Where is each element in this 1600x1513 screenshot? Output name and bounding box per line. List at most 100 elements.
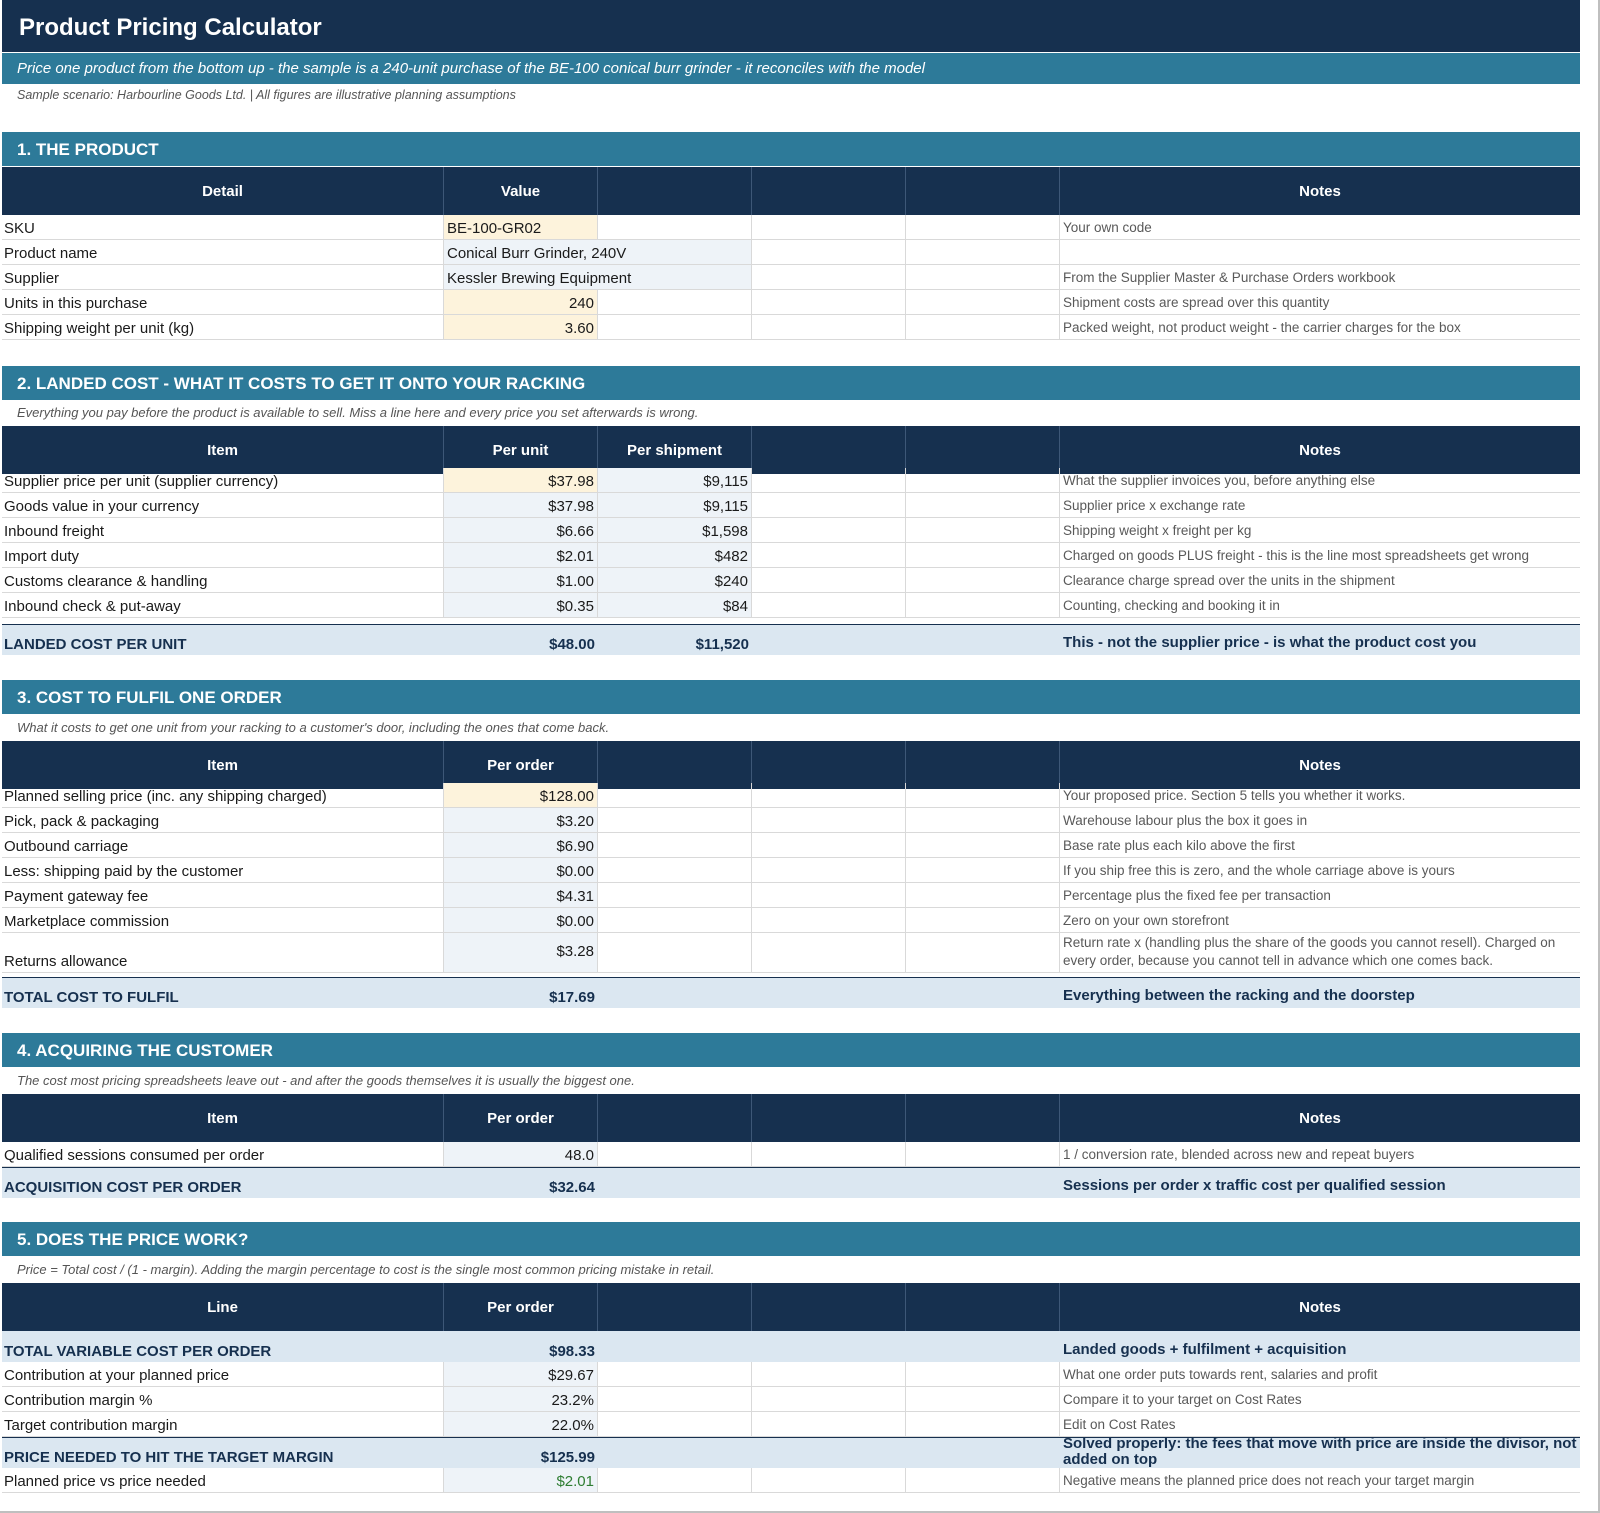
per-order-value[interactable]: $0.00 bbox=[444, 908, 598, 932]
per-shipment-value[interactable]: $1,598 bbox=[598, 518, 752, 542]
per-order-value[interactable]: $3.20 bbox=[444, 808, 598, 832]
per-unit-value[interactable]: $6.66 bbox=[444, 518, 598, 542]
per-order-value[interactable]: $6.90 bbox=[444, 833, 598, 857]
per-shipment-value[interactable]: $482 bbox=[598, 543, 752, 567]
per-unit-value[interactable]: $0.35 bbox=[444, 593, 598, 617]
per-order-value[interactable]: $128.00 bbox=[444, 783, 598, 807]
empty-cell bbox=[598, 783, 752, 807]
row-label: Qualified sessions consumed per order bbox=[2, 1142, 444, 1166]
empty-cell bbox=[906, 215, 1060, 239]
product-name-value[interactable]: Conical Burr Grinder, 240V bbox=[444, 240, 752, 264]
row-label: Supplier price per unit (supplier curren… bbox=[2, 468, 444, 492]
section-2-note: Everything you pay before the product is… bbox=[17, 405, 699, 420]
empty-cell bbox=[752, 568, 906, 592]
empty-cell bbox=[598, 215, 752, 239]
per-order-value[interactable]: $3.28 bbox=[444, 933, 598, 972]
per-unit-value[interactable]: $37.98 bbox=[444, 493, 598, 517]
product-row-units: Units in this purchase 240 Shipment cost… bbox=[2, 290, 1580, 315]
row-note: What the supplier invoices you, before a… bbox=[1063, 472, 1376, 488]
empty-cell bbox=[598, 290, 752, 314]
row-note: Your own code bbox=[1063, 219, 1152, 235]
units-input[interactable]: 240 bbox=[444, 290, 598, 314]
row-label: Shipping weight per unit (kg) bbox=[2, 315, 444, 339]
total-label: LANDED COST PER UNIT bbox=[4, 636, 187, 653]
row-label: Customs clearance & handling bbox=[2, 568, 444, 592]
scenario-caption: Sample scenario: Harbourline Goods Ltd. … bbox=[17, 88, 516, 102]
price-gap-value[interactable]: $2.01 bbox=[444, 1468, 598, 1492]
empty-cell bbox=[906, 543, 1060, 567]
col-header-notes: Notes bbox=[1060, 426, 1580, 474]
empty-cell bbox=[906, 908, 1060, 932]
col-header-detail: Detail bbox=[2, 167, 444, 215]
section-2-header: 2. LANDED COST - WHAT IT COSTS TO GET IT… bbox=[2, 366, 1580, 400]
empty-cell bbox=[752, 808, 906, 832]
supplier-value[interactable]: Kessler Brewing Equipment bbox=[444, 265, 752, 289]
empty-cell bbox=[906, 933, 1060, 972]
per-order-value[interactable]: 23.2% bbox=[444, 1387, 598, 1411]
row-note: What one order puts towards rent, salari… bbox=[1063, 1366, 1378, 1382]
per-order-value[interactable]: $4.31 bbox=[444, 883, 598, 907]
sessions-value[interactable]: 48.0 bbox=[444, 1142, 598, 1166]
total-per-unit: $48.00 bbox=[549, 636, 595, 653]
product-row-supplier: Supplier Kessler Brewing Equipment From … bbox=[2, 265, 1580, 290]
weight-input[interactable]: 3.60 bbox=[444, 315, 598, 339]
per-shipment-value[interactable]: $9,115 bbox=[598, 493, 752, 517]
empty-cell bbox=[752, 908, 906, 932]
row-label: Goods value in your currency bbox=[2, 493, 444, 517]
row-note: Counting, checking and booking it in bbox=[1063, 597, 1280, 613]
col-header-notes: Notes bbox=[1060, 741, 1580, 789]
total-label: PRICE NEEDED TO HIT THE TARGET MARGIN bbox=[4, 1449, 334, 1466]
row-note: Shipment costs are spread over this quan… bbox=[1063, 294, 1330, 310]
empty-cell bbox=[752, 543, 906, 567]
empty-cell bbox=[906, 518, 1060, 542]
row-note: Return rate x (handling plus the share o… bbox=[1063, 934, 1556, 968]
row-label: Units in this purchase bbox=[2, 290, 444, 314]
row-note: Supplier price x exchange rate bbox=[1063, 497, 1246, 513]
total-label: ACQUISITION COST PER ORDER bbox=[4, 1179, 242, 1196]
row-label: Import duty bbox=[2, 543, 444, 567]
empty-cell bbox=[598, 858, 752, 882]
price-needed-total-row: PRICE NEEDED TO HIT THE TARGET MARGIN $1… bbox=[2, 1437, 1580, 1468]
per-shipment-value[interactable]: $240 bbox=[598, 568, 752, 592]
product-row-name: Product name Conical Burr Grinder, 240V bbox=[2, 240, 1580, 265]
total-per-order: $17.69 bbox=[549, 989, 595, 1006]
col-header-notes: Notes bbox=[1060, 1094, 1580, 1142]
per-order-value[interactable]: 22.0% bbox=[444, 1412, 598, 1436]
row-label: Supplier bbox=[2, 265, 444, 289]
per-unit-value[interactable]: $37.98 bbox=[444, 468, 598, 492]
row-label: Pick, pack & packaging bbox=[2, 808, 444, 832]
fulfil-cost-row: Marketplace commission $0.00 Zero on your … bbox=[2, 908, 1580, 933]
total-label: TOTAL COST TO FULFIL bbox=[4, 989, 179, 1006]
empty-cell bbox=[752, 315, 906, 339]
row-label: Inbound freight bbox=[2, 518, 444, 542]
col-header-per-order: Per order bbox=[444, 1094, 598, 1142]
variable-cost-total-row: TOTAL VARIABLE COST PER ORDER $98.33 Lan… bbox=[2, 1331, 1580, 1362]
col-header-empty bbox=[752, 426, 906, 474]
empty-cell bbox=[752, 290, 906, 314]
total-note: Sessions per order x traffic cost per qu… bbox=[1063, 1176, 1446, 1194]
empty-cell bbox=[598, 833, 752, 857]
col-header-empty bbox=[598, 741, 752, 789]
row-label: SKU bbox=[2, 215, 444, 239]
empty-cell bbox=[752, 593, 906, 617]
empty-cell bbox=[906, 808, 1060, 832]
col-header-per-order: Per order bbox=[444, 1283, 598, 1331]
row-note: Edit on Cost Rates bbox=[1063, 1416, 1176, 1432]
spreadsheet-page: Product Pricing Calculator Price one pro… bbox=[0, 0, 1600, 1513]
empty-cell bbox=[906, 833, 1060, 857]
landed-cost-total-row: LANDED COST PER UNIT $48.00 $11,520 This… bbox=[2, 624, 1580, 655]
empty-cell bbox=[598, 1412, 752, 1436]
row-note: 1 / conversion rate, blended across new … bbox=[1063, 1146, 1415, 1162]
row-label: Marketplace commission bbox=[2, 908, 444, 932]
row-label: Less: shipping paid by the customer bbox=[2, 858, 444, 882]
empty-cell bbox=[598, 1468, 752, 1492]
per-order-value[interactable]: $0.00 bbox=[444, 858, 598, 882]
per-unit-value[interactable]: $2.01 bbox=[444, 543, 598, 567]
per-order-value[interactable]: $29.67 bbox=[444, 1362, 598, 1386]
per-shipment-value[interactable]: $9,115 bbox=[598, 468, 752, 492]
sku-input[interactable]: BE-100-GR02 bbox=[444, 215, 598, 239]
total-note: Landed goods + fulfilment + acquisition bbox=[1063, 1340, 1347, 1358]
empty-cell bbox=[598, 933, 752, 972]
per-unit-value[interactable]: $1.00 bbox=[444, 568, 598, 592]
per-shipment-value[interactable]: $84 bbox=[598, 593, 752, 617]
